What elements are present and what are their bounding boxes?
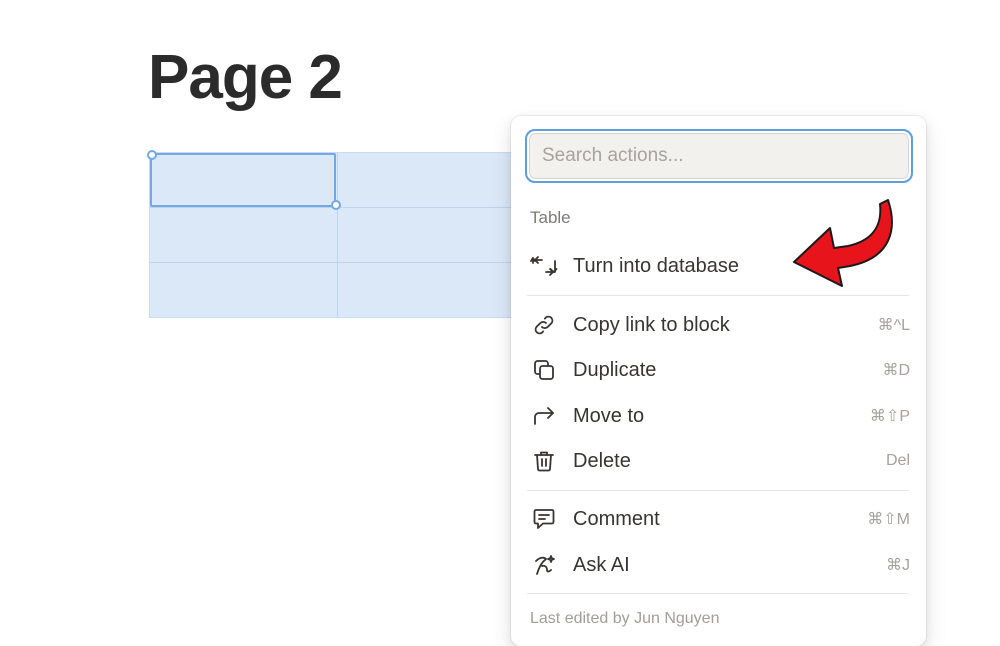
menu-item-label: Delete <box>573 449 631 472</box>
menu-item-move-to[interactable]: Move to ⌘⇧P <box>519 396 918 436</box>
menu-item-ask-ai[interactable]: Ask AI ⌘J <box>519 545 918 585</box>
duplicate-icon <box>529 355 559 385</box>
menu-divider <box>527 490 909 491</box>
ai-sparkle-icon <box>529 550 559 580</box>
link-icon <box>529 310 559 340</box>
menu-divider <box>527 593 909 594</box>
turn-into-icon <box>529 251 559 281</box>
search-field-focus-ring <box>525 129 913 183</box>
menu-item-duplicate[interactable]: Duplicate ⌘D <box>519 350 918 390</box>
menu-item-shortcut: ⌘^L <box>877 317 910 334</box>
table-row-divider <box>150 262 528 263</box>
selection-handle-top-left[interactable] <box>147 150 157 160</box>
menu-item-label: Comment <box>573 507 660 530</box>
menu-item-shortcut: ⌘⇧M <box>867 511 910 528</box>
menu-item-copy-link[interactable]: Copy link to block ⌘^L <box>519 305 918 345</box>
menu-item-shortcut: ⌘D <box>882 362 910 379</box>
selection-handle-bottom-right[interactable] <box>331 200 341 210</box>
page-title: Page 2 <box>148 43 343 112</box>
table-column-divider <box>337 153 338 317</box>
annotation-arrow-icon <box>793 199 893 287</box>
search-actions-input[interactable] <box>529 133 909 179</box>
menu-item-label: Move to <box>573 404 645 427</box>
comment-icon <box>529 504 559 534</box>
selected-table-cell[interactable] <box>150 153 336 207</box>
menu-item-label: Duplicate <box>573 358 657 381</box>
menu-item-shortcut: Del <box>885 452 910 469</box>
menu-item-comment[interactable]: Comment ⌘⇧M <box>519 499 918 539</box>
menu-item-label: Copy link to block <box>573 313 730 336</box>
menu-item-shortcut: ⌘J <box>886 557 910 574</box>
menu-item-label: Ask AI <box>573 553 630 576</box>
menu-section-label: Table <box>530 208 571 227</box>
move-arrow-icon <box>529 401 559 431</box>
trash-icon <box>529 446 559 476</box>
last-edited-info: Last edited by Jun Nguyen <box>530 610 720 627</box>
menu-item-delete[interactable]: Delete Del <box>519 441 918 481</box>
menu-item-shortcut: ⌘⇧P <box>869 408 910 425</box>
